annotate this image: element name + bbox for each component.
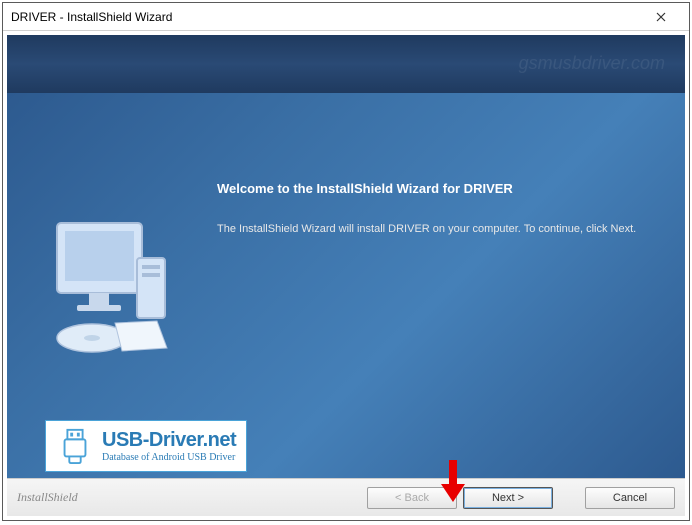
logo-subtitle: Database of Android USB Driver <box>102 452 236 463</box>
usb-plug-icon <box>56 427 94 465</box>
computer-icon <box>37 213 187 363</box>
logo-badge: USB-Driver.net Database of Android USB D… <box>45 420 247 472</box>
welcome-body: The InstallShield Wizard will install DR… <box>217 223 636 235</box>
next-button[interactable]: Next > <box>463 487 553 509</box>
logo-text-group: USB-Driver.net Database of Android USB D… <box>102 429 236 463</box>
content-area: gsmusbdriver.com Welcome to the InstallS… <box>3 31 689 520</box>
main-panel: Welcome to the InstallShield Wizard for … <box>7 93 685 478</box>
logo-title: USB-Driver.net <box>102 429 236 452</box>
footer-bar: InstallShield < Back Next > Cancel <box>7 478 685 516</box>
watermark-text: gsmusbdriver.com <box>519 53 665 74</box>
window-title: DRIVER - InstallShield Wizard <box>11 10 641 24</box>
red-arrow-icon <box>439 458 467 506</box>
close-button[interactable] <box>641 4 681 30</box>
titlebar: DRIVER - InstallShield Wizard <box>3 3 689 31</box>
installshield-brand: InstallShield <box>17 490 78 505</box>
header-band: gsmusbdriver.com <box>7 35 685 93</box>
close-icon <box>656 12 666 22</box>
cancel-button[interactable]: Cancel <box>585 487 675 509</box>
installer-window: DRIVER - InstallShield Wizard gsmusbdriv… <box>2 2 690 521</box>
welcome-heading: Welcome to the InstallShield Wizard for … <box>217 181 513 196</box>
